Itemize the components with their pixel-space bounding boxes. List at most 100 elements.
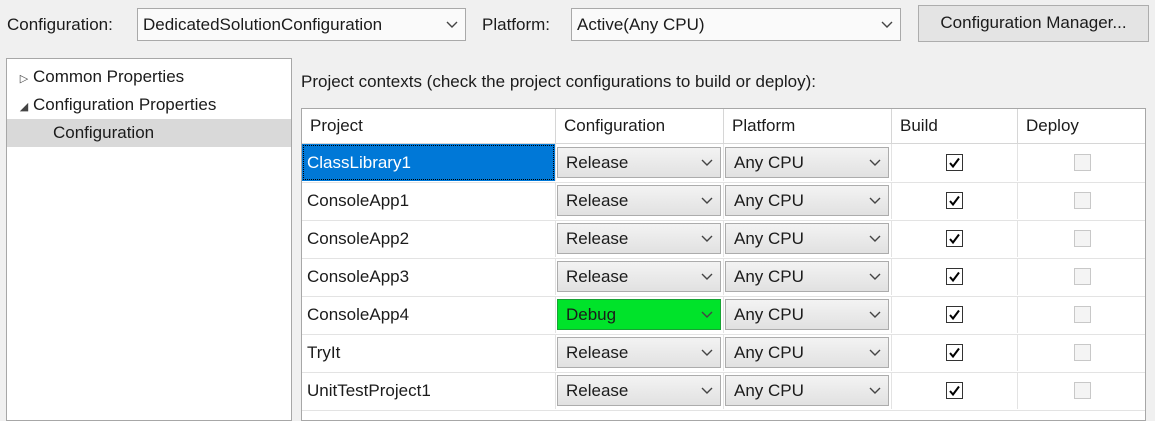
project-name: ConsoleApp4 [307,305,410,324]
row-configuration-value: Release [566,153,629,172]
build-cell [892,182,1018,219]
row-configuration-value: Debug [566,305,617,324]
project-name: UnitTestProject1 [307,381,431,400]
build-cell [892,220,1018,257]
platform-cell: Any CPU [724,258,892,295]
build-checkbox[interactable] [945,191,963,209]
build-cell [892,372,1018,409]
row-platform-value: Any CPU [734,381,804,400]
column-header-platform[interactable]: Platform [724,109,892,143]
column-header-configuration[interactable]: Configuration [556,109,724,143]
row-platform-combo[interactable]: Any CPU [725,375,889,406]
row-configuration-combo[interactable]: Release [557,261,721,292]
collapse-arrow-icon[interactable]: ◢ [15,93,33,121]
project-cell[interactable]: TryIt [302,334,556,371]
project-name: ClassLibrary1 [302,144,555,181]
configuration-combo[interactable]: DedicatedSolutionConfiguration [137,8,466,41]
build-checkbox[interactable] [945,305,963,323]
deploy-checkbox[interactable] [1073,267,1091,285]
project-name: ConsoleApp3 [307,267,410,286]
row-platform-combo[interactable]: Any CPU [725,185,889,216]
table-row[interactable]: ConsoleApp4 Debug Any CPU [302,296,1145,335]
build-checkbox[interactable] [945,381,963,399]
grid-header: Project Configuration Platform Build Dep… [302,109,1145,144]
row-platform-value: Any CPU [734,343,804,362]
build-checkbox[interactable] [945,229,963,247]
deploy-checkbox[interactable] [1073,191,1091,209]
expand-arrow-icon[interactable]: ▷ [15,65,33,93]
deploy-cell [1018,220,1145,257]
table-row[interactable]: TryIt Release Any CPU [302,334,1145,373]
chevron-down-icon [869,338,881,367]
configuration-label: Configuration: [7,15,113,34]
configuration-manager-button[interactable]: Configuration Manager... [918,5,1149,42]
row-configuration-value: Release [566,229,629,248]
table-row[interactable]: ClassLibrary1 Release Any CPU [302,144,1145,183]
row-configuration-combo[interactable]: Release [557,223,721,254]
table-row[interactable]: ConsoleApp2 Release Any CPU [302,220,1145,259]
build-cell [892,144,1018,181]
row-platform-combo[interactable]: Any CPU [725,261,889,292]
row-platform-combo[interactable]: Any CPU [725,299,889,330]
platform-combo[interactable]: Active(Any CPU) [571,8,901,41]
build-checkbox[interactable] [945,153,963,171]
configuration-cell: Debug [556,296,724,333]
chevron-down-icon [701,186,713,215]
chevron-down-icon [701,338,713,367]
project-cell[interactable]: UnitTestProject1 [302,372,556,409]
deploy-cell [1018,144,1145,181]
deploy-checkbox[interactable] [1073,153,1091,171]
deploy-checkbox[interactable] [1073,381,1091,399]
deploy-checkbox[interactable] [1073,305,1091,323]
row-platform-value: Any CPU [734,153,804,172]
tree-item-common-properties[interactable]: ▷ Common Properties [7,63,291,91]
project-name: ConsoleApp2 [307,229,410,248]
row-configuration-value: Release [566,343,629,362]
table-row[interactable]: ConsoleApp1 Release Any CPU [302,182,1145,221]
platform-cell: Any CPU [724,372,892,409]
configuration-cell: Release [556,220,724,257]
tree-item-configuration-properties[interactable]: ◢ Configuration Properties [7,91,291,119]
row-platform-combo[interactable]: Any CPU [725,147,889,178]
chevron-down-icon [701,300,713,329]
build-checkbox[interactable] [945,267,963,285]
chevron-down-icon [701,376,713,405]
row-configuration-combo[interactable]: Release [557,337,721,368]
row-configuration-combo[interactable]: Release [557,147,721,178]
chevron-down-icon [701,148,713,177]
platform-cell: Any CPU [724,296,892,333]
configuration-cell: Release [556,258,724,295]
build-checkbox[interactable] [945,343,963,361]
chevron-down-icon [446,9,458,40]
table-row[interactable]: ConsoleApp3 Release Any CPU [302,258,1145,297]
project-cell[interactable]: ConsoleApp4 [302,296,556,333]
row-configuration-combo[interactable]: Debug [557,299,721,330]
platform-cell: Any CPU [724,220,892,257]
chevron-down-icon [869,148,881,177]
row-configuration-value: Release [566,381,629,400]
property-tree: ▷ Common Properties ◢ Configuration Proper… [6,58,292,421]
row-configuration-combo[interactable]: Release [557,375,721,406]
platform-cell: Any CPU [724,144,892,181]
chevron-down-icon [869,376,881,405]
column-header-project[interactable]: Project [302,109,556,143]
column-header-deploy[interactable]: Deploy [1018,109,1145,143]
row-platform-combo[interactable]: Any CPU [725,337,889,368]
tree-item-configuration[interactable]: Configuration [7,119,291,147]
configuration-combo-value: DedicatedSolutionConfiguration [143,15,383,34]
row-platform-value: Any CPU [734,267,804,286]
project-cell[interactable]: ConsoleApp3 [302,258,556,295]
configuration-cell: Release [556,372,724,409]
row-platform-combo[interactable]: Any CPU [725,223,889,254]
column-header-build[interactable]: Build [892,109,1018,143]
deploy-checkbox[interactable] [1073,229,1091,247]
deploy-cell [1018,182,1145,219]
project-cell[interactable]: ClassLibrary1 [302,144,556,181]
table-row[interactable]: UnitTestProject1 Release Any CPU [302,372,1145,411]
project-cell[interactable]: ConsoleApp2 [302,220,556,257]
chevron-down-icon [869,300,881,329]
row-configuration-combo[interactable]: Release [557,185,721,216]
row-configuration-value: Release [566,267,629,286]
project-cell[interactable]: ConsoleApp1 [302,182,556,219]
deploy-checkbox[interactable] [1073,343,1091,361]
